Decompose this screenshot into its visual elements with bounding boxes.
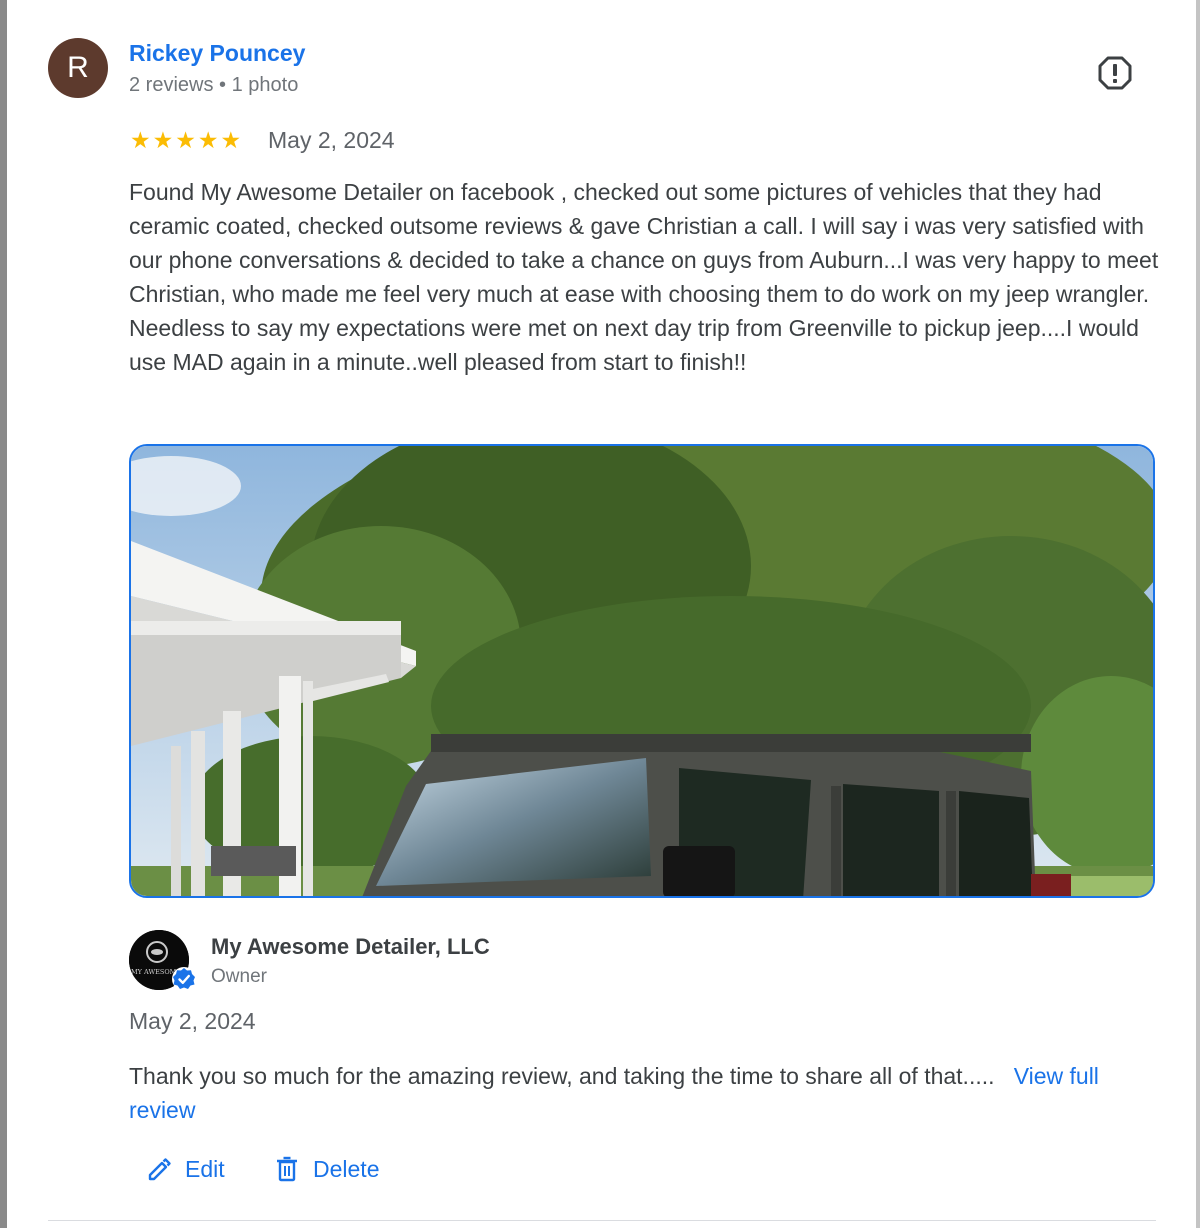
verified-check-icon: [172, 967, 196, 991]
report-icon[interactable]: [1097, 55, 1133, 91]
delete-label: Delete: [313, 1155, 380, 1182]
star-icon: ★: [220, 127, 242, 153]
trash-icon: [277, 1156, 297, 1182]
divider: [48, 1220, 1156, 1221]
review-photo[interactable]: [129, 444, 1155, 898]
star-icon: ★: [175, 127, 196, 153]
edit-label: Edit: [185, 1155, 225, 1182]
reviewer-avatar[interactable]: R: [48, 38, 108, 98]
reviewer-name-link[interactable]: Rickey Pouncey: [129, 40, 305, 67]
review-date: May 2, 2024: [268, 127, 395, 153]
review-text: Found My Awesome Detailer on facebook , …: [129, 179, 1159, 375]
review-photo-image: [131, 446, 1153, 896]
window-edge-left: [0, 0, 7, 1228]
owner-role: Owner: [211, 966, 267, 987]
star-icon: ★: [152, 127, 174, 153]
star-icon: ★: [197, 127, 219, 153]
owner-reply-text: Thank you so much for the amazing review…: [129, 1059, 1139, 1127]
delete-button[interactable]: Delete: [273, 1155, 379, 1183]
reviewer-meta: 2 reviews • 1 photo: [129, 74, 299, 96]
owner-name: My Awesome Detailer, LLC: [211, 934, 490, 959]
edit-button[interactable]: Edit: [145, 1155, 225, 1183]
star-rating: ★ ★ ★ ★ ★: [130, 126, 241, 154]
owner-reply-body: Thank you so much for the amazing review…: [129, 1063, 995, 1089]
window-edge-right: [1196, 0, 1200, 1228]
reply-date: May 2, 2024: [129, 1008, 256, 1034]
star-icon: ★: [130, 127, 151, 153]
pencil-icon: [148, 1158, 171, 1181]
